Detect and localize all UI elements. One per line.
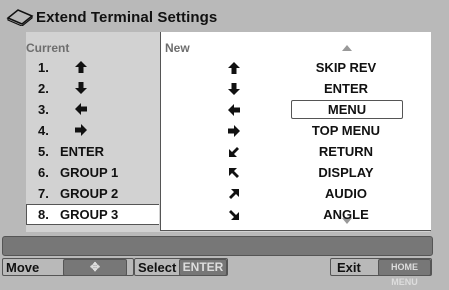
current-item[interactable]: 2. xyxy=(26,78,160,99)
new-item[interactable]: MENU xyxy=(161,99,431,120)
current-item-number: 3. xyxy=(38,102,49,117)
up-arrow-icon xyxy=(228,62,240,74)
current-item-number: 4. xyxy=(38,123,49,138)
new-item[interactable]: SKIP REV xyxy=(161,57,431,78)
down-arrow-icon xyxy=(228,83,240,95)
move-hint: Move ✥ xyxy=(2,258,134,276)
right-arrow-icon xyxy=(228,125,240,137)
down-arrow-icon xyxy=(75,82,87,94)
current-item-number: 7. xyxy=(38,186,49,201)
move-arrows-icon: ✥ xyxy=(63,259,127,276)
new-item-label: DISPLAY xyxy=(318,165,374,180)
left-arrow-icon xyxy=(75,103,87,115)
new-item-label: RETURN xyxy=(318,144,374,159)
new-item[interactable]: ANGLE xyxy=(161,204,431,225)
new-item[interactable]: TOP MENU xyxy=(161,120,431,141)
home-menu-key-badge: HOME MENU xyxy=(378,259,431,287)
down-left-arrow-icon xyxy=(229,147,239,157)
up-left-arrow-icon xyxy=(229,168,239,178)
new-item-label: AUDIO xyxy=(325,186,367,201)
new-item[interactable]: DISPLAY xyxy=(161,162,431,183)
current-column-header: Current xyxy=(26,41,70,55)
select-hint: Select ENTER xyxy=(134,258,228,276)
new-item[interactable]: ENTER xyxy=(161,78,431,99)
current-item[interactable]: 7. GROUP 2 xyxy=(26,183,160,204)
current-item-number: 1. xyxy=(38,60,49,75)
current-item[interactable]: 4. xyxy=(26,120,160,141)
current-item-number: 2. xyxy=(38,81,49,96)
select-label: Select xyxy=(138,260,177,275)
down-right-arrow-icon xyxy=(229,210,239,220)
new-column-header: New xyxy=(165,41,190,55)
current-item[interactable]: 6. GROUP 1 xyxy=(26,162,160,183)
current-item-number: 6. xyxy=(38,165,49,180)
current-item-label: ENTER xyxy=(60,144,105,159)
current-item-number: 5. xyxy=(38,144,49,159)
current-item-label: GROUP 1 xyxy=(60,165,119,180)
current-item[interactable]: 1. xyxy=(26,57,160,78)
page-title: Extend Terminal Settings xyxy=(36,9,218,26)
scroll-up-icon[interactable] xyxy=(342,45,352,51)
left-arrow-icon xyxy=(228,104,240,116)
exit-hint: Exit HOME MENU xyxy=(330,258,432,287)
current-item-label: GROUP 2 xyxy=(60,186,119,201)
new-item[interactable]: RETURN xyxy=(161,141,431,162)
current-item-label: GROUP 3 xyxy=(60,207,119,222)
up-right-arrow-icon xyxy=(229,189,239,199)
new-item-label: MENU xyxy=(291,100,403,119)
exit-label: Exit xyxy=(337,260,361,275)
title-bar: Extend Terminal Settings xyxy=(2,2,447,32)
status-bar xyxy=(2,236,433,256)
current-item[interactable]: 3. xyxy=(26,99,160,120)
new-item[interactable]: AUDIO xyxy=(161,183,431,204)
current-item[interactable]: 8. GROUP 3 xyxy=(26,204,159,225)
disc-icon xyxy=(6,9,34,26)
move-label: Move xyxy=(6,260,40,275)
new-item-label: SKIP REV xyxy=(315,60,377,75)
new-column-box: New SKIP REV ENTER MENU TOP MENU RETURN DISPL… xyxy=(160,32,431,231)
right-arrow-icon xyxy=(75,124,87,136)
new-item-label: TOP MENU xyxy=(311,123,381,138)
new-item-label: ENTER xyxy=(323,81,369,96)
current-item-number: 8. xyxy=(38,207,49,222)
enter-key-badge: ENTER xyxy=(179,259,227,276)
current-item[interactable]: 5. ENTER xyxy=(26,141,160,162)
new-item-label: ANGLE xyxy=(323,207,369,222)
up-arrow-icon xyxy=(75,61,87,73)
